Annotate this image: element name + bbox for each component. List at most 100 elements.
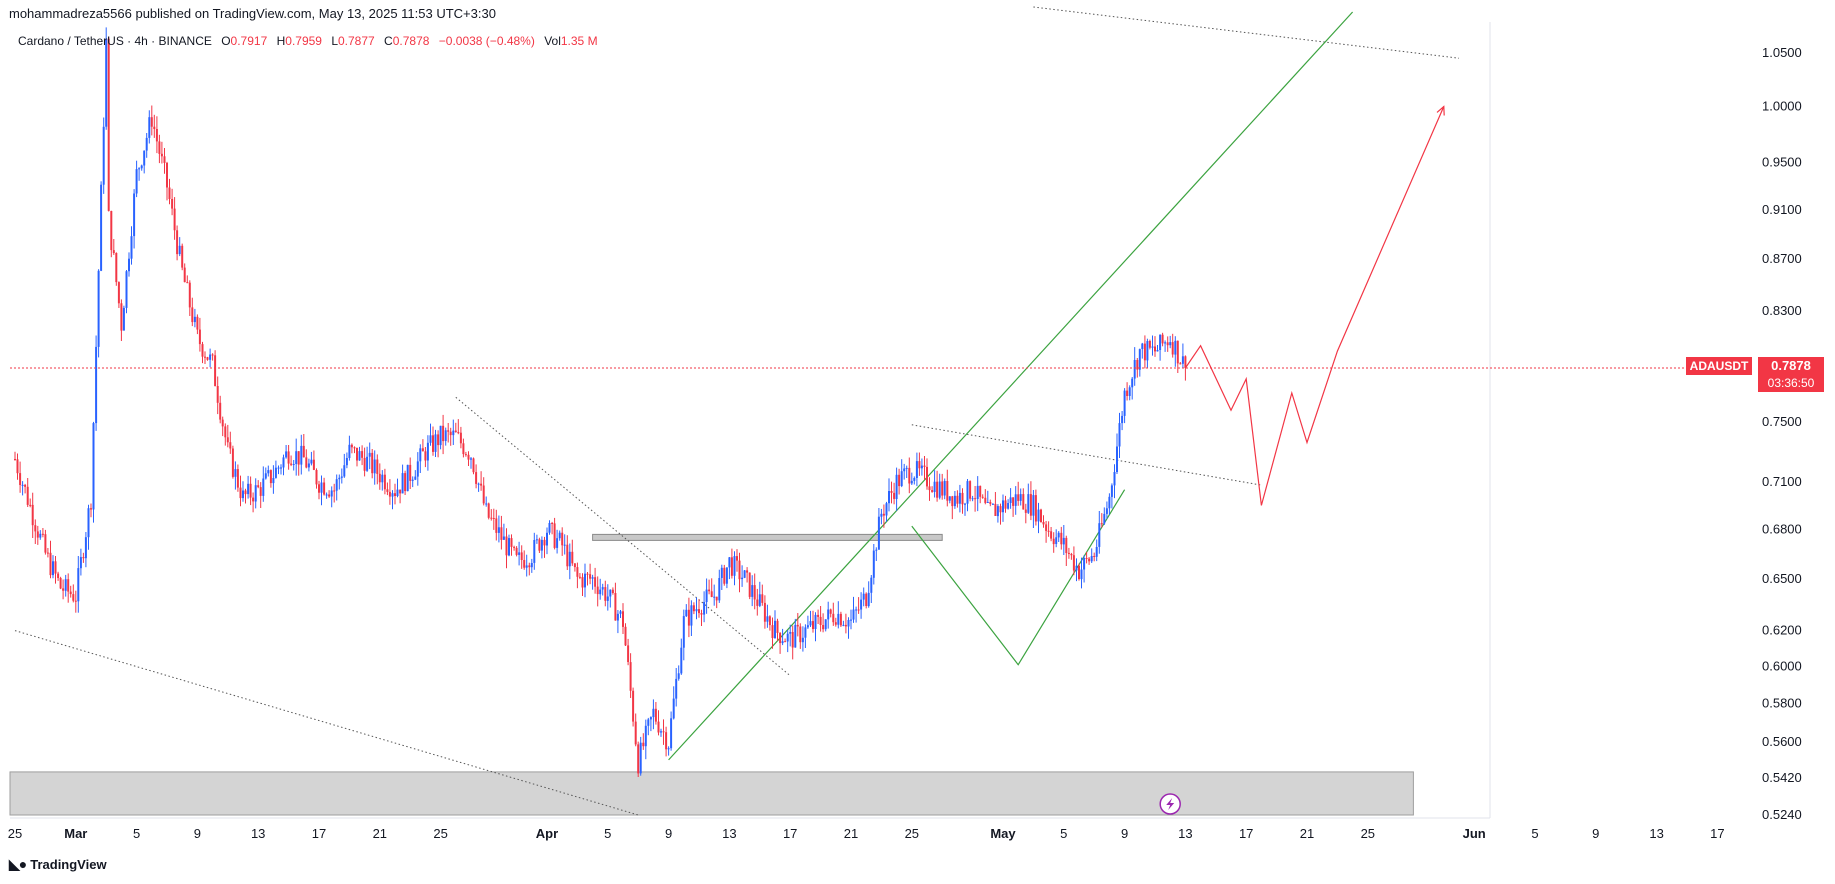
y-tick-label: 0.7100 (1762, 474, 1802, 489)
candle-body (586, 573, 589, 575)
candle-body (632, 690, 635, 722)
y-tick-label: 0.5800 (1762, 696, 1802, 711)
candle-body (502, 536, 505, 540)
candle-body (791, 632, 794, 648)
candle-body (454, 430, 457, 433)
candle-body (708, 589, 711, 592)
candle-body (642, 742, 645, 747)
candle-body (44, 534, 47, 553)
candle-body (690, 605, 693, 626)
candle-body (69, 591, 72, 595)
candle-body (976, 485, 979, 499)
candle-body (21, 484, 24, 486)
candle-body (57, 573, 60, 578)
candle-body (604, 587, 607, 601)
candle-body (439, 425, 442, 446)
candle-body (829, 609, 832, 614)
candle-body (703, 602, 706, 615)
candle-body (1060, 532, 1063, 545)
candle-body (470, 458, 472, 460)
candle-body (67, 579, 70, 592)
candle-body (898, 474, 901, 487)
candle-body (670, 718, 673, 749)
last-price: 0.7878 (1771, 358, 1811, 373)
y-tick-label: 0.6800 (1762, 521, 1802, 536)
candle-body (274, 467, 277, 478)
candle-body (520, 552, 523, 560)
candle-body (1108, 496, 1111, 509)
candle-body (885, 503, 888, 516)
candle-body (637, 744, 640, 774)
candle-body (665, 732, 668, 750)
y-tick-label: 0.6200 (1762, 623, 1802, 638)
trend-line-green (911, 489, 1126, 666)
candle-body (426, 442, 429, 461)
candle-body (330, 490, 333, 497)
candle-body (561, 532, 564, 546)
candle-body (24, 484, 27, 487)
candle-body (444, 430, 447, 441)
candle-body (1138, 349, 1141, 370)
candle-body (1004, 500, 1007, 509)
candle-body (244, 490, 247, 495)
candle-body (26, 486, 29, 505)
candle-body (490, 517, 493, 519)
candle-body (1027, 494, 1030, 513)
candle-body (186, 282, 189, 284)
candle-body (913, 478, 916, 481)
candle-body (865, 593, 868, 606)
candle-body (356, 447, 358, 461)
candle-body (528, 565, 531, 568)
candle-body (1093, 556, 1096, 557)
candle-body (421, 448, 424, 452)
tradingview-logo-icon: ◣● (9, 856, 27, 872)
x-tick-label: 5 (1531, 826, 1538, 841)
candle-body (414, 476, 417, 480)
candle-body (221, 419, 224, 427)
candle-body (819, 616, 822, 625)
candle-body (870, 577, 873, 593)
candle-body (799, 626, 802, 643)
candle-body (675, 678, 678, 699)
candle-body (601, 587, 604, 590)
candle-body (611, 589, 614, 593)
candle-body (738, 560, 741, 580)
candle-body (419, 448, 422, 462)
candle-body (660, 731, 662, 733)
candle-body (837, 613, 840, 625)
candle-body (1024, 509, 1027, 513)
tradingview-brand[interactable]: ◣● TradingView (9, 856, 107, 873)
candle-body (936, 481, 939, 498)
y-tick-label: 1.0000 (1762, 99, 1802, 114)
x-tick-label: 13 (1649, 826, 1663, 841)
candle-body (1174, 340, 1177, 355)
candle-body (110, 211, 113, 251)
candle-body (388, 491, 391, 497)
candle-body (1123, 390, 1126, 416)
candle-body (115, 253, 118, 283)
candle-body (130, 236, 133, 259)
candle-body (986, 502, 989, 503)
candle-body (196, 316, 199, 330)
candle-body (1085, 558, 1088, 559)
price-chart[interactable]: 1.0500 1.0000 0.9500 0.9100 0.8700 0.8300 0.75… (0, 0, 1835, 884)
candle-body (1057, 532, 1060, 538)
candle-body (1065, 537, 1068, 553)
candle-body (219, 402, 222, 420)
candle-body (786, 633, 789, 642)
candle-body (19, 473, 22, 485)
x-tick-label: 13 (722, 826, 736, 841)
candle-body (1012, 497, 1015, 506)
candle-body (49, 552, 52, 576)
x-tick-label: 25 (1361, 826, 1375, 841)
candle-body (931, 490, 934, 492)
candle-body (1154, 346, 1156, 352)
candle-body (295, 451, 298, 464)
candle-body (480, 483, 483, 486)
candle-body (748, 572, 751, 597)
candle-body (644, 725, 647, 747)
y-tick-label: 0.9100 (1762, 202, 1802, 217)
candle-body (79, 557, 82, 569)
candle-body (117, 282, 120, 304)
candle-body (875, 549, 878, 551)
